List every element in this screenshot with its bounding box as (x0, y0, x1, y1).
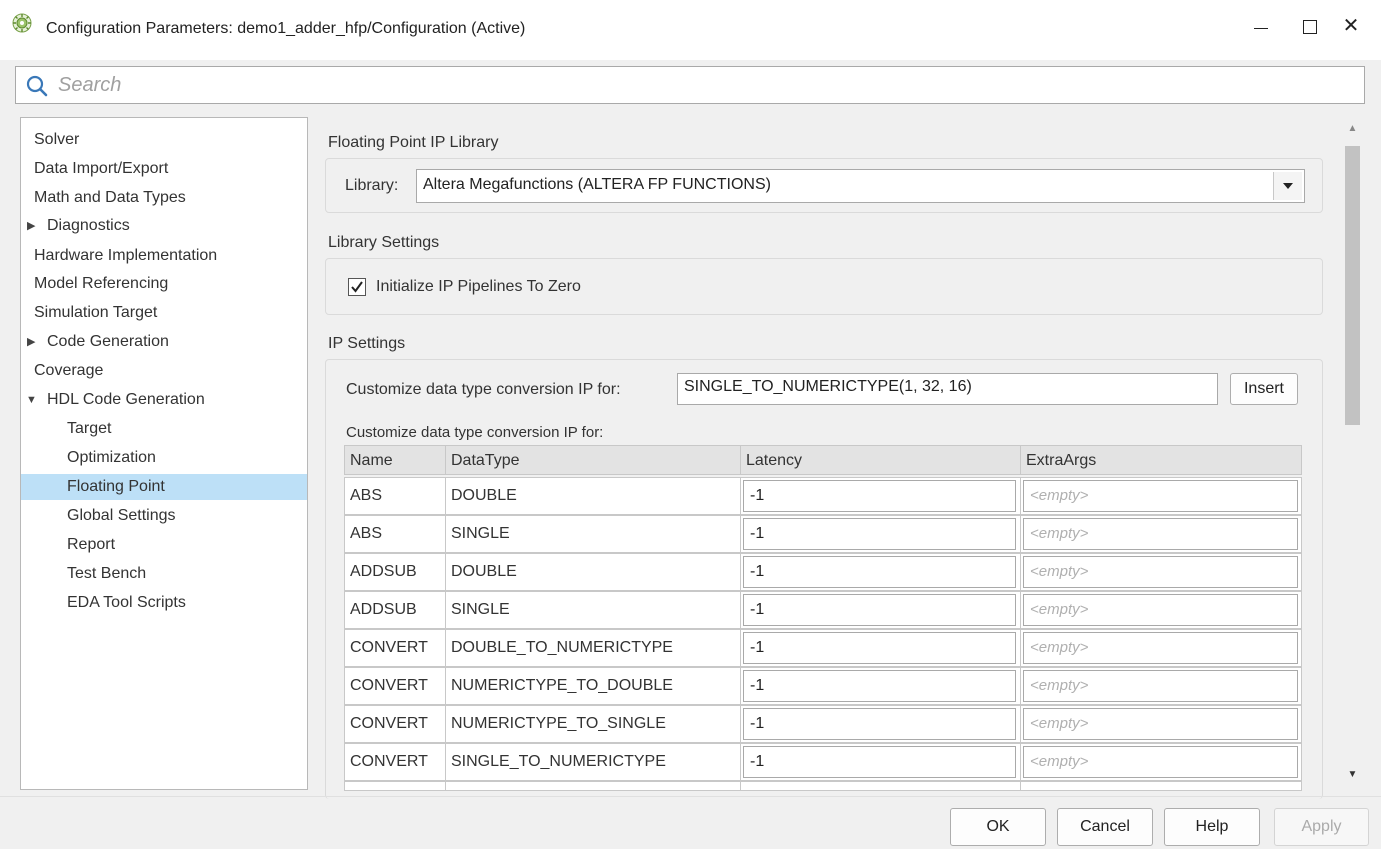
table-cell-name: ABS (344, 477, 446, 515)
nav-item-hardware-implementation[interactable]: Hardware Implementation (21, 243, 307, 269)
vertical-scrollbar[interactable]: ▲ ▼ (1342, 117, 1363, 790)
nav-item-model-referencing[interactable]: Model Referencing (21, 271, 307, 297)
table-cell-datatype: NUMERICTYPE_TO_DOUBLE (445, 667, 741, 705)
extraargs-input[interactable]: <empty> (1023, 518, 1298, 550)
nav-item-solver[interactable]: Solver (21, 127, 307, 153)
scroll-up-arrow-icon[interactable]: ▲ (1342, 119, 1363, 139)
category-tree: Solver Data Import/Export Math and Data … (20, 117, 308, 790)
table-cell-latency (740, 781, 1021, 791)
column-header-extraargs[interactable]: ExtraArgs (1020, 445, 1302, 475)
column-header-datatype[interactable]: DataType (445, 445, 741, 475)
extraargs-input[interactable]: <empty> (1023, 746, 1298, 778)
help-button[interactable]: Help (1164, 808, 1260, 846)
window-title: Configuration Parameters: demo1_adder_hf… (46, 20, 526, 37)
ip-settings-section-title: IP Settings (328, 335, 406, 352)
expand-arrow-icon[interactable]: ▶ (27, 213, 35, 239)
latency-input[interactable]: -1 (743, 594, 1016, 626)
title-bar: Configuration Parameters: demo1_adder_hf… (0, 0, 1381, 60)
extraargs-input[interactable]: <empty> (1023, 594, 1298, 626)
cancel-button[interactable]: Cancel (1057, 808, 1153, 846)
table-cell-datatype: SINGLE (445, 591, 741, 629)
close-button[interactable]: ✕ (1328, 8, 1374, 44)
library-settings-section-title: Library Settings (328, 234, 440, 251)
nav-item-coverage[interactable]: Coverage (21, 358, 307, 384)
latency-input[interactable]: -1 (743, 746, 1016, 778)
minimize-button[interactable] (1238, 8, 1284, 44)
library-dropdown[interactable]: Altera Megafunctions (ALTERA FP FUNCTION… (416, 169, 1305, 203)
nav-item-diagnostics[interactable]: ▶ Diagnostics (21, 213, 307, 239)
table-cell-name: CONVERT (344, 629, 446, 667)
footer-divider (0, 796, 1381, 797)
search-input[interactable] (58, 71, 1338, 99)
column-header-latency[interactable]: Latency (740, 445, 1021, 475)
latency-input[interactable]: -1 (743, 556, 1016, 588)
nav-item-optimization[interactable]: Optimization (21, 445, 307, 471)
nav-item-global-settings[interactable]: Global Settings (21, 503, 307, 529)
ok-button[interactable]: OK (950, 808, 1046, 846)
checkmark-icon (351, 281, 363, 293)
nav-item-target[interactable]: Target (21, 416, 307, 442)
maximize-icon (1303, 20, 1317, 34)
table-cell-datatype: SINGLE_TO_NUMERICTYPE (445, 743, 741, 781)
nav-item-simulation-target[interactable]: Simulation Target (21, 300, 307, 326)
table-cell-name: CONVERT (344, 667, 446, 705)
table-cell-datatype: DOUBLE (445, 553, 741, 591)
table-cell-datatype: NUMERICTYPE_TO_SINGLE (445, 705, 741, 743)
expand-arrow-icon[interactable]: ▶ (27, 329, 35, 355)
table-cell-name: CONVERT (344, 705, 446, 743)
init-pipelines-checkbox[interactable] (348, 278, 366, 296)
latency-input[interactable]: -1 (743, 632, 1016, 664)
table-cell-name: ADDSUB (344, 591, 446, 629)
extraargs-input[interactable]: <empty> (1023, 670, 1298, 702)
table-cell-datatype: DOUBLE (445, 477, 741, 515)
table-cell-name: CONVERT (344, 743, 446, 781)
dropdown-arrow-icon[interactable] (1273, 172, 1302, 200)
apply-button[interactable]: Apply (1274, 808, 1369, 846)
table-cell-datatype (445, 781, 741, 791)
nav-item-report[interactable]: Report (21, 532, 307, 558)
extraargs-input[interactable]: <empty> (1023, 632, 1298, 664)
nav-item-code-generation[interactable]: ▶ Code Generation (21, 329, 307, 355)
minimize-icon (1254, 28, 1268, 29)
latency-input[interactable]: -1 (743, 480, 1016, 512)
customize-conversion-label: Customize data type conversion IP for: (346, 381, 621, 398)
nav-item-eda-tool-scripts[interactable]: EDA Tool Scripts (21, 590, 307, 616)
table-cell-name (344, 781, 446, 791)
library-dropdown-value: Altera Megafunctions (ALTERA FP FUNCTION… (423, 176, 771, 193)
table-cell-name: ADDSUB (344, 553, 446, 591)
nav-item-hdl-code-generation[interactable]: ▼ HDL Code Generation (21, 387, 307, 413)
column-header-name[interactable]: Name (344, 445, 446, 475)
table-cell-datatype: SINGLE (445, 515, 741, 553)
table-cell-name: ABS (344, 515, 446, 553)
simulink-app-icon (12, 13, 32, 33)
nav-item-math-data-types[interactable]: Math and Data Types (21, 185, 307, 211)
scrollbar-thumb[interactable] (1345, 146, 1360, 425)
extraargs-input[interactable]: <empty> (1023, 480, 1298, 512)
table-cell-extraargs (1020, 781, 1302, 791)
fp-library-section-title: Floating Point IP Library (328, 134, 499, 151)
library-label: Library: (345, 177, 399, 194)
extraargs-input[interactable]: <empty> (1023, 708, 1298, 740)
collapse-arrow-icon[interactable]: ▼ (26, 387, 37, 413)
scroll-down-arrow-icon[interactable]: ▼ (1342, 765, 1363, 785)
insert-button[interactable]: Insert (1230, 373, 1298, 405)
search-icon (26, 75, 48, 97)
maximize-button[interactable] (1286, 8, 1332, 44)
customize-conversion-input[interactable]: SINGLE_TO_NUMERICTYPE(1, 32, 16) (677, 373, 1218, 405)
nav-item-data-import-export[interactable]: Data Import/Export (21, 156, 307, 182)
table-cell-datatype: DOUBLE_TO_NUMERICTYPE (445, 629, 741, 667)
nav-item-floating-point[interactable]: Floating Point (21, 474, 307, 500)
latency-input[interactable]: -1 (743, 708, 1016, 740)
extraargs-input[interactable]: <empty> (1023, 556, 1298, 588)
close-icon: ✕ (1342, 15, 1360, 37)
latency-input[interactable]: -1 (743, 518, 1016, 550)
table-caption: Customize data type conversion IP for: (346, 424, 604, 441)
search-box (15, 66, 1365, 104)
nav-item-test-bench[interactable]: Test Bench (21, 561, 307, 587)
init-pipelines-label: Initialize IP Pipelines To Zero (376, 278, 581, 295)
latency-input[interactable]: -1 (743, 670, 1016, 702)
